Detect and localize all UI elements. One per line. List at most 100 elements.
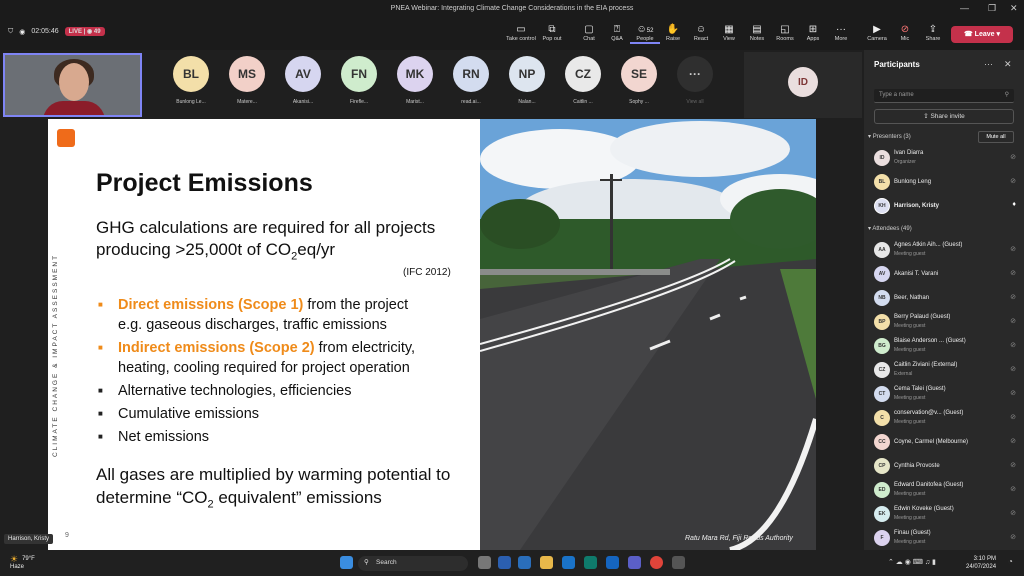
- view-all-button[interactable]: ··· View all: [674, 56, 716, 105]
- take-control-button[interactable]: ▭ Take control: [506, 23, 536, 42]
- avatar: C: [874, 410, 890, 426]
- edge-icon[interactable]: [584, 556, 597, 569]
- participant-row[interactable]: Cconservation@v... (Guest) Meeting guest ⊘: [874, 408, 1020, 430]
- search-icon: ⚲: [1004, 92, 1009, 98]
- weather-widget[interactable]: ☀ 79°F Haze: [10, 555, 35, 571]
- mic-muted-icon: ⊘: [1010, 462, 1016, 469]
- outlook-icon[interactable]: [518, 556, 531, 569]
- avatar: BL: [173, 56, 209, 92]
- tray-icons[interactable]: ⌃ ☁ ◉ ⌨ ♫ ▮: [888, 558, 936, 566]
- raise-hand-button[interactable]: ✋ Raise: [658, 23, 688, 42]
- notes-icon: ▤: [752, 24, 762, 35]
- rooms-icon: ◱: [780, 24, 790, 35]
- participant-row[interactable]: BL Bunlong Leng ⊘: [874, 172, 1020, 194]
- leave-button[interactable]: ☎ Leave ▾: [951, 26, 1013, 43]
- participant-row[interactable]: CT Cema Talei (Guest) Meeting guest ⊘: [874, 384, 1020, 406]
- file-explorer-icon[interactable]: [540, 556, 553, 569]
- participant-tile[interactable]: CZ Caitlin ...: [562, 56, 604, 105]
- participant-tile[interactable]: MS Matere...: [226, 56, 268, 105]
- more-icon[interactable]: ···: [984, 59, 993, 69]
- pop-out-button[interactable]: ⧉ Pop out: [537, 23, 567, 42]
- participant-row[interactable]: AV Akanisi T. Varani ⊘: [874, 264, 1020, 286]
- rooms-button[interactable]: ◱ Rooms: [770, 23, 800, 42]
- live-badge: LIVE | ◉ 49: [64, 27, 105, 36]
- participant-row[interactable]: BG Blaise Anderson ... (Guest) Meeting gue…: [874, 336, 1020, 358]
- participant-tile[interactable]: FN Firefle...: [338, 56, 380, 105]
- more-button[interactable]: ··· More: [826, 23, 856, 42]
- share-invite-button[interactable]: ⇪ Share invite: [874, 109, 1014, 124]
- chrome-icon[interactable]: [650, 556, 663, 569]
- people-button[interactable]: ☺52 People: [630, 23, 660, 44]
- chevron-down-icon: ▾: [868, 134, 872, 140]
- presenter-tile[interactable]: ID: [744, 52, 862, 118]
- mic-button[interactable]: ⊘ Mic: [890, 23, 920, 42]
- avatar: AV: [874, 266, 890, 282]
- presenters-header[interactable]: ▾ Presenters (3): [868, 133, 911, 140]
- apps-button[interactable]: ⊞ Apps: [798, 23, 828, 42]
- avatar: NB: [874, 290, 890, 306]
- camera-button[interactable]: ▶ Camera: [862, 23, 892, 42]
- slide-vertical-text: CLIMATE CHANGE & IMPACT ASSESSMENT: [52, 253, 59, 457]
- word-icon[interactable]: [498, 556, 511, 569]
- raise-hand-icon: ✋: [666, 24, 680, 35]
- notification-icon[interactable]: ◔: [1008, 557, 1013, 566]
- participant-row[interactable]: ID Ivan Diarra Organizer ⊘: [874, 148, 1020, 170]
- participant-tile[interactable]: RN read.ai...: [450, 56, 492, 105]
- shared-slide: CLIMATE CHANGE & IMPACT ASSESSMENT Proje…: [48, 119, 816, 550]
- participant-name: Sophy ...: [629, 99, 649, 105]
- participant-row[interactable]: F Finau (Guest) Meeting guest ⊘: [874, 528, 1020, 550]
- participant-row[interactable]: EK Edwin Koveke (Guest) Meeting guest ⊘: [874, 504, 1020, 526]
- participant-tile[interactable]: AV Akanisi...: [282, 56, 324, 105]
- notes-button[interactable]: ▤ Notes: [742, 23, 772, 42]
- participant-row[interactable]: BP Berry Palaud (Guest) Meeting guest ⊘: [874, 312, 1020, 334]
- participant-search-input[interactable]: Type a name ⚲: [874, 89, 1014, 103]
- title-bar: PNEA Webinar: Integrating Climate Change…: [0, 0, 1024, 20]
- view-button[interactable]: ▦ View: [714, 23, 744, 42]
- participant-tile[interactable]: BL Bunlong Le...: [170, 56, 212, 105]
- self-video[interactable]: [3, 53, 142, 117]
- mic-icon: ♦: [1012, 201, 1016, 208]
- teams-icon[interactable]: [628, 556, 641, 569]
- windows-start-icon[interactable]: [340, 556, 353, 569]
- task-view-icon[interactable]: [478, 556, 491, 569]
- avatar: BL: [874, 174, 890, 190]
- participant-row[interactable]: AA Agnes Atkin Aih... (Guest) Meeting gues…: [874, 240, 1020, 262]
- avatar: KH: [874, 198, 890, 214]
- bullet-item: Direct emissions (Scope 1) from the proj…: [96, 295, 415, 335]
- participant-tile[interactable]: NP Nalan...: [506, 56, 548, 105]
- app-icon[interactable]: [672, 556, 685, 569]
- taskbar-search[interactable]: ⚲ Search: [358, 556, 468, 571]
- mic-muted-icon: ⊘: [1010, 318, 1016, 325]
- participant-row[interactable]: CP Cynthia Provoste ⊘: [874, 456, 1020, 478]
- participant-row[interactable]: KH Harrison, Kristy ♦: [874, 196, 1020, 218]
- attendees-header[interactable]: ▾ Attendees (49): [868, 225, 912, 232]
- maximize-icon[interactable]: ❐: [988, 3, 996, 14]
- participant-tile[interactable]: MK Marist...: [394, 56, 436, 105]
- meeting-timer: 02:05:46: [31, 28, 59, 35]
- apps-icon: ⊞: [808, 24, 818, 35]
- mic-muted-icon: ⊘: [1010, 270, 1016, 277]
- participant-row[interactable]: ED Edward Danitofea (Guest) Meeting guest ⊘: [874, 480, 1020, 502]
- recording-icon: ◉: [19, 28, 26, 36]
- chat-button[interactable]: ▢ Chat: [574, 23, 604, 42]
- react-button[interactable]: ☺ React: [686, 23, 716, 42]
- taskbar-clock[interactable]: 3:10 PM 24/07/2024: [966, 555, 996, 571]
- app-icon[interactable]: [606, 556, 619, 569]
- avatar: BG: [874, 338, 890, 354]
- participant-name: Akanisi...: [292, 99, 314, 105]
- participant-row[interactable]: CC Coyne, Carmel (Melbourne) ⊘: [874, 432, 1020, 454]
- share-button[interactable]: ⇪ Share: [918, 23, 948, 42]
- close-icon[interactable]: ✕: [1004, 59, 1012, 70]
- mic-muted-icon: ⊘: [1010, 438, 1016, 445]
- minimize-icon[interactable]: —: [960, 3, 969, 13]
- participant-row[interactable]: NB Beer, Nathan ⊘: [874, 288, 1020, 310]
- mute-all-button[interactable]: Mute all: [978, 131, 1014, 143]
- participant-name: Nalan...: [518, 99, 536, 105]
- participant-row[interactable]: CZ Caitlin Ziviani (External) External ⊘: [874, 360, 1020, 382]
- close-icon[interactable]: ✕: [1010, 3, 1018, 14]
- zoom-icon[interactable]: [562, 556, 575, 569]
- qa-button[interactable]: ⍰ Q&A: [602, 23, 632, 42]
- avatar: BP: [874, 314, 890, 330]
- mic-muted-icon: ⊘: [1010, 178, 1016, 185]
- participant-tile[interactable]: SE Sophy ...: [618, 56, 660, 105]
